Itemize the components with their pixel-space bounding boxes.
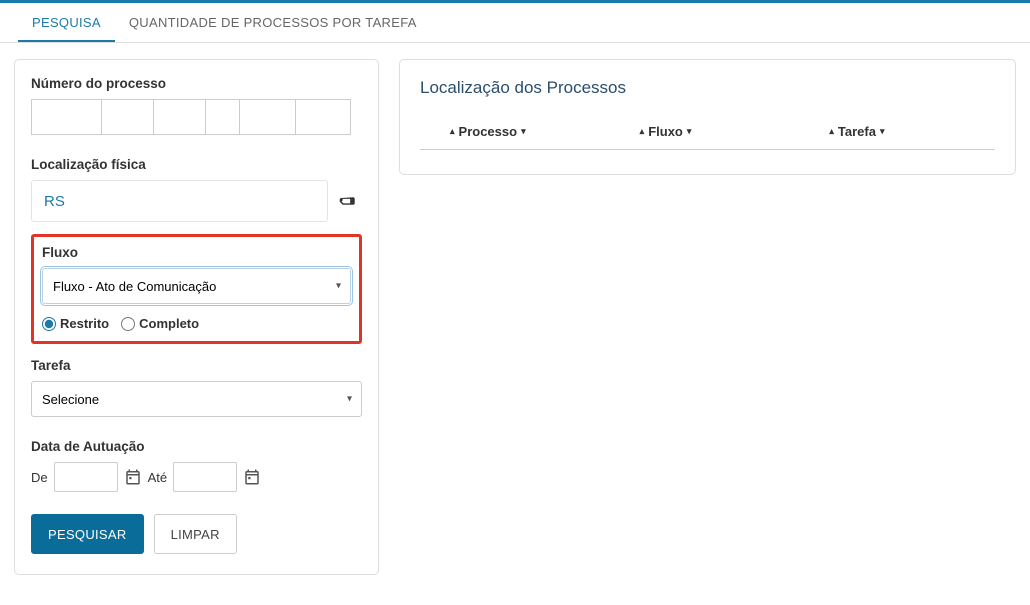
col-fluxo-label: Fluxo	[648, 124, 683, 139]
fluxo-select[interactable]: Fluxo - Ato de Comunicação	[42, 268, 351, 304]
numero-processo-group	[31, 99, 362, 135]
radio-completo-text: Completo	[139, 316, 199, 331]
radio-completo-label[interactable]: Completo	[121, 316, 199, 331]
tab-pesquisa[interactable]: PESQUISA	[18, 3, 115, 42]
col-fluxo[interactable]: ▴ Fluxo ▾	[616, 124, 806, 139]
date-ate-label: Até	[148, 470, 168, 485]
numero-trib-input[interactable]	[239, 99, 295, 135]
results-header-row: ▴ Processo ▾ ▴ Fluxo ▾ ▴ Tarefa ▾	[420, 124, 995, 150]
localizacao-input[interactable]	[31, 180, 328, 222]
numero-ano-input[interactable]	[153, 99, 205, 135]
radio-completo[interactable]	[121, 317, 135, 331]
numero-origem-input[interactable]	[295, 99, 351, 135]
localizacao-label: Localização física	[31, 157, 362, 172]
numero-processo-label: Número do processo	[31, 76, 362, 91]
radio-restrito-text: Restrito	[60, 316, 109, 331]
numero-dv-input[interactable]	[101, 99, 153, 135]
sort-up-icon: ▴	[829, 126, 834, 137]
sort-up-icon: ▴	[640, 126, 645, 137]
search-panel: Número do processo Localização física Fl…	[14, 59, 379, 575]
tarefa-select[interactable]: Selecione	[31, 381, 362, 417]
date-de-input[interactable]	[54, 462, 118, 492]
calendar-icon[interactable]	[124, 468, 142, 486]
sort-up-icon: ▴	[450, 126, 455, 137]
calendar-icon[interactable]	[243, 468, 261, 486]
tab-quantidade[interactable]: QUANTIDADE DE PROCESSOS POR TAREFA	[115, 3, 431, 42]
fluxo-highlighted-section: Fluxo Fluxo - Ato de Comunicação ▾ Restr…	[31, 234, 362, 344]
sort-down-icon: ▾	[521, 126, 526, 137]
col-tarefa-label: Tarefa	[838, 124, 876, 139]
col-processo-label: Processo	[459, 124, 518, 139]
sort-down-icon: ▾	[687, 126, 692, 137]
numero-jud-input[interactable]	[205, 99, 239, 135]
results-panel: Localização dos Processos ▴ Processo ▾ ▴…	[399, 59, 1016, 175]
eraser-icon[interactable]	[328, 181, 368, 221]
fluxo-label: Fluxo	[42, 245, 351, 260]
date-de-label: De	[31, 470, 48, 485]
limpar-button[interactable]: LIMPAR	[154, 514, 237, 554]
col-processo[interactable]: ▴ Processo ▾	[420, 124, 616, 139]
pesquisar-button[interactable]: PESQUISAR	[31, 514, 144, 554]
radio-restrito-label[interactable]: Restrito	[42, 316, 109, 331]
data-autuacao-label: Data de Autuação	[31, 439, 362, 454]
radio-restrito[interactable]	[42, 317, 56, 331]
results-title: Localização dos Processos	[420, 78, 995, 98]
date-ate-input[interactable]	[173, 462, 237, 492]
tab-bar: PESQUISA QUANTIDADE DE PROCESSOS POR TAR…	[0, 3, 1030, 43]
col-tarefa[interactable]: ▴ Tarefa ▾	[805, 124, 995, 139]
sort-down-icon: ▾	[880, 126, 885, 137]
numero-seq-input[interactable]	[31, 99, 101, 135]
tarefa-label: Tarefa	[31, 358, 362, 373]
